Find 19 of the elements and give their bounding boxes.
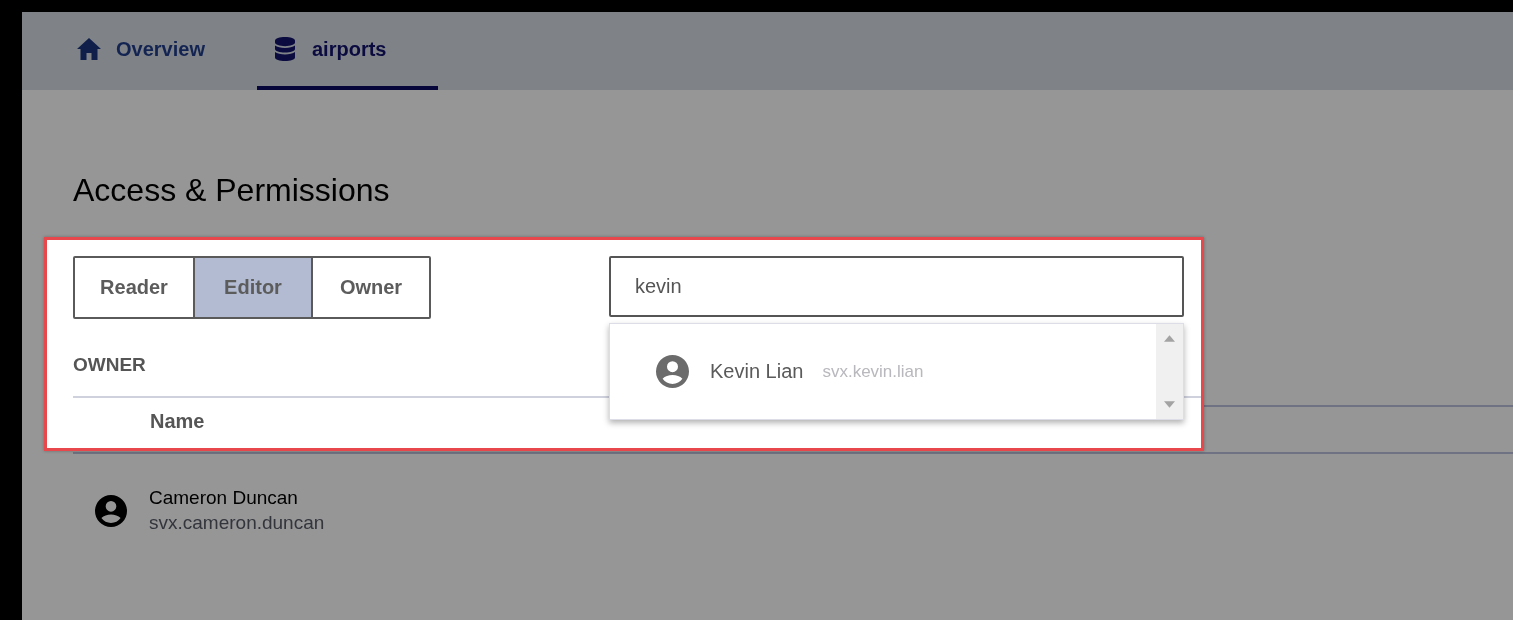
nav-tab[interactable]: Overview — [54, 12, 257, 90]
database-icon — [273, 37, 297, 61]
user-name: Cameron Duncan — [149, 487, 299, 509]
user-name: Kevin Lian — [710, 360, 804, 383]
suggestion-item[interactable]: Kevin Lian svx.kevin.lian — [610, 324, 1156, 419]
username: svx.kevin.lian — [822, 361, 924, 382]
scroll-up-icon[interactable] — [1164, 335, 1175, 342]
scrollbar[interactable] — [1156, 324, 1183, 419]
user-icon — [656, 355, 689, 388]
username: svx.cameron.duncan — [149, 512, 325, 534]
role-toggle[interactable]: Editor — [193, 258, 311, 317]
scroll-down-icon[interactable] — [1164, 401, 1175, 408]
user-icon — [95, 494, 127, 527]
home-icon — [77, 37, 101, 61]
nav-tab[interactable]: airports — [257, 12, 438, 90]
search-field[interactable]: kevin — [609, 256, 1184, 317]
section-label: OWNER — [73, 353, 146, 377]
page-heading: Access & Permissions — [73, 171, 391, 210]
column-header: Name — [150, 410, 205, 433]
